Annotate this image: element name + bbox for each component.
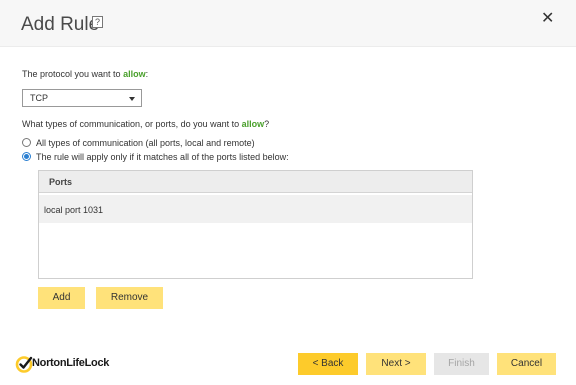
chevron-down-icon xyxy=(129,97,135,101)
radio-specific-ports[interactable] xyxy=(22,152,31,161)
brand-logo-text: NortonLifeLock xyxy=(32,357,110,369)
protocol-label-allow: allow xyxy=(123,69,146,79)
ports-question: What types of communication, or ports, d… xyxy=(22,119,269,129)
dialog-header: Add Rule ? ✕ xyxy=(0,0,576,47)
protocol-label: The protocol you want to allow: xyxy=(22,69,148,79)
next-button[interactable]: Next > xyxy=(366,353,426,375)
protocol-label-suffix: : xyxy=(145,69,149,79)
radio-all-communication[interactable] xyxy=(22,138,31,147)
option-all-communication-label[interactable]: All types of communication (all ports, l… xyxy=(36,138,255,148)
remove-button[interactable]: Remove xyxy=(96,287,163,309)
cancel-button[interactable]: Cancel xyxy=(497,353,556,375)
protocol-label-text: The protocol you want to xyxy=(22,69,124,79)
dialog-title: Add Rule xyxy=(21,14,100,35)
back-button[interactable]: < Back xyxy=(298,353,358,375)
help-icon[interactable]: ? xyxy=(92,16,103,28)
close-icon[interactable]: ✕ xyxy=(541,8,554,28)
add-button[interactable]: Add xyxy=(38,287,85,309)
table-row[interactable]: local port 1031 xyxy=(39,195,472,223)
ports-table-header: Ports xyxy=(39,171,472,193)
option-specific-ports-label[interactable]: The rule will apply only if it matches a… xyxy=(36,152,289,162)
ports-question-allow: allow xyxy=(241,119,265,129)
protocol-select-value: TCP xyxy=(30,93,48,103)
ports-question-suffix: ? xyxy=(264,119,270,129)
finish-button[interactable]: Finish xyxy=(434,353,489,375)
protocol-select[interactable]: TCP xyxy=(22,89,142,107)
ports-question-text: What types of communication, or ports, d… xyxy=(22,119,242,129)
ports-table: Ports local port 1031 xyxy=(38,170,473,279)
